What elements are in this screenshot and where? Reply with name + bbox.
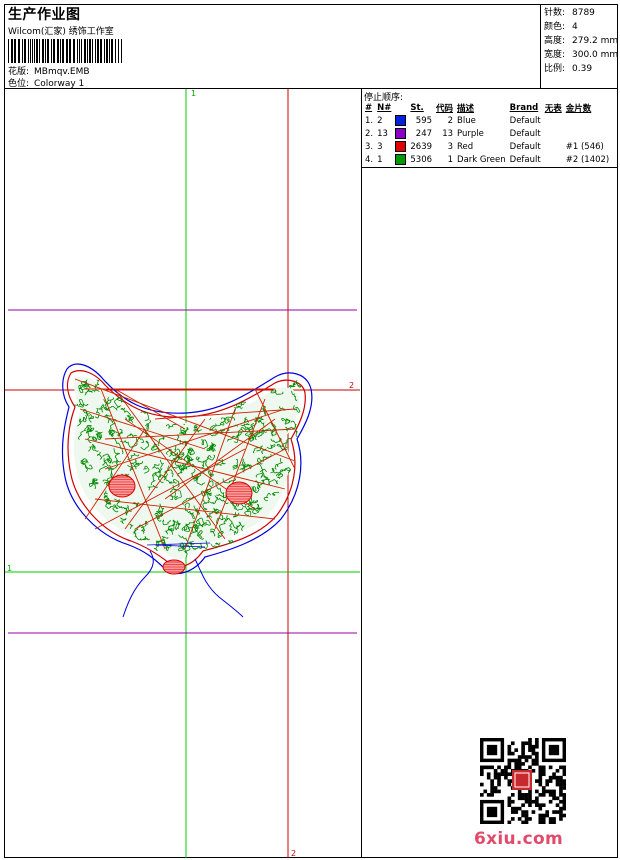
color-swatch [395,128,407,139]
barcode-image [8,39,122,63]
col-stitches: St. [410,102,424,113]
left-cheek [108,474,136,498]
stat-stitches: 针数: 8789 [544,8,595,18]
marker-bottom: 2 [291,849,296,858]
right-cheek [225,481,253,505]
watermark-text: 6xiu.com [474,829,564,849]
col-extra: 无表 [544,103,562,114]
table-row: 1. 2 595 2 Blue Default [365,115,541,126]
page-subtitle: Wilcom(汇家) 绣饰工作室 [8,27,114,37]
marker-top: 1 [191,89,196,98]
stat-scale: 比例: 0.39 [544,64,593,74]
whisker-left [122,550,154,618]
stop-sequence-panel: 停止顺序: # N# St. 代码 描述 Brand 无表 金片数 1. 2 5… [362,89,617,168]
stop-sequence-table: # N# St. 代码 描述 Brand 无表 金片数 1. 2 595 2 B… [363,101,611,166]
table-header-row: # N# St. 代码 描述 Brand 无表 金片数 [363,101,611,114]
marker-left: 1 [7,564,12,573]
col-code: 代码 [436,103,454,114]
embroidery-preview: 1 2 1 2 [5,89,360,858]
whisker-right [194,558,244,618]
table-row: 4. 1 5306 1 Dark Green Default #2 (1402) [365,154,610,165]
col-desc: 描述 [457,103,475,114]
col-needle: N# [377,102,392,113]
qr-code-image [480,738,566,824]
color-swatch [395,154,407,165]
col-index: # [365,102,373,113]
design-stats: 针数: 8789 颜色: 4 高度: 279.2 mm 宽度: 300.0 mm 比例:… [540,4,618,88]
col-swatch [393,101,408,114]
marker-right: 2 [349,381,354,390]
color-swatch [395,115,407,126]
col-sequin: 金片数 [565,103,592,114]
table-row: 2. 13 247 13 Purple Default [365,128,541,139]
header-info: 生产作业图 Wilcom(汇家) 绣饰工作室 花版: MBmqv.EMB 色位: C… [6,4,540,89]
col-brand: Brand [509,102,539,113]
table-row: 3. 3 2639 3 Red Default #1 (546) [365,141,604,152]
color-swatch [395,141,407,152]
stat-width: 宽度: 300.0 mm [544,50,619,60]
design-canvas: 1 2 1 2 [5,89,362,858]
stat-colors: 颜色: 4 [544,22,578,32]
page-title: 生产作业图 [8,7,81,23]
stat-height: 高度: 279.2 mm [544,36,619,46]
